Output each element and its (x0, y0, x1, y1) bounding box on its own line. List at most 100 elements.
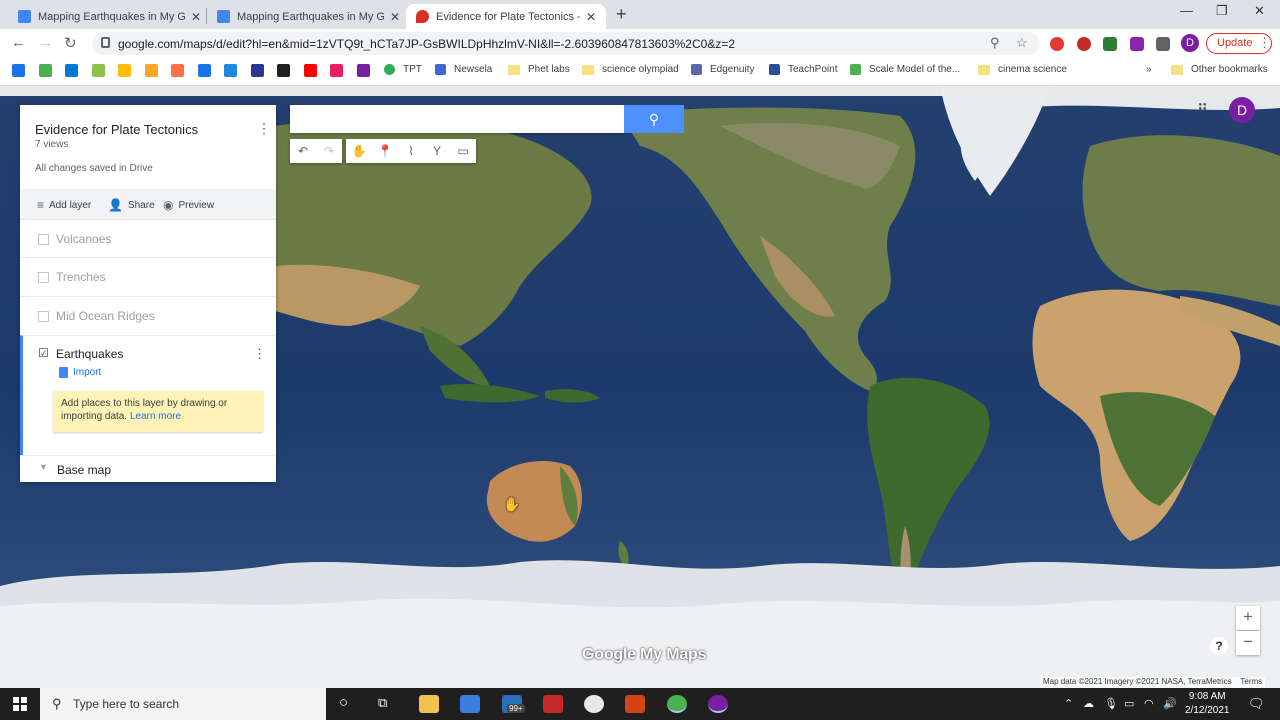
map-options-icon[interactable]: ⋮ (257, 120, 271, 137)
add-layer-button[interactable]: ≡ Add layer (37, 198, 91, 212)
bookmark-teachpoint[interactable]: TeachPoint (769, 64, 837, 75)
notifications-icon[interactable]: 🗨 (1248, 696, 1265, 712)
battery-icon[interactable]: ▭ (1124, 697, 1134, 710)
calendar-icon[interactable] (198, 64, 211, 77)
address-bar[interactable]: google.com/maps/d/edit?hl=en&mid=1zVTQ9t… (92, 32, 1040, 55)
bookmark-app-icon[interactable] (39, 64, 52, 77)
kahoot-icon[interactable] (330, 64, 343, 77)
cortana-icon[interactable]: ○ (339, 694, 348, 711)
add-marker-icon[interactable]: 📍 (372, 139, 398, 163)
bookmark-app-icon[interactable] (277, 64, 290, 77)
wifi-icon[interactable]: ◠ (1144, 697, 1154, 710)
onedrive-icon[interactable]: ☁ (1083, 697, 1094, 710)
map-search-input[interactable] (290, 105, 624, 133)
url-text[interactable]: google.com/maps/d/edit?hl=en&mid=1zVTQ9t… (118, 37, 735, 51)
layer-label[interactable]: Earthquakes (56, 347, 123, 361)
zoom-out-button[interactable]: − (1236, 631, 1260, 655)
map-title[interactable]: Evidence for Plate Tectonics (35, 122, 198, 137)
search-button[interactable]: ⚲ (624, 105, 684, 133)
bookmark-app-icon[interactable] (224, 64, 237, 77)
bookmark-edgenuity[interactable]: Edgenuity (691, 64, 754, 75)
youtube-icon[interactable] (304, 64, 317, 77)
chevron-down-icon[interactable]: ▼ (39, 462, 48, 472)
bookmark-newsela[interactable]: Newsela (435, 64, 492, 75)
ruler-icon[interactable]: ▭ (450, 139, 476, 163)
bookmark-app-icon[interactable] (171, 64, 184, 77)
undo-icon[interactable]: ↶ (290, 139, 316, 163)
show-hidden-icons-icon[interactable]: ⌃ (1064, 697, 1073, 710)
close-tab-icon[interactable]: ✕ (586, 10, 596, 24)
microsoft-store-icon[interactable] (460, 695, 480, 713)
user-avatar[interactable]: D (1229, 97, 1255, 123)
chrome-profile-icon[interactable] (708, 695, 728, 713)
maximize-button[interactable]: ❐ (1216, 3, 1228, 19)
extension-icon[interactable] (1050, 37, 1064, 51)
browser-menu-icon[interactable]: ⋮ (1258, 35, 1271, 51)
other-bookmarks[interactable]: Other bookmarks (1171, 64, 1268, 75)
more-bookmarks-chevron[interactable]: » (1146, 64, 1152, 75)
layer-checkbox[interactable] (38, 272, 49, 283)
file-explorer-icon[interactable] (419, 695, 439, 713)
preview-button[interactable]: ◉ Preview (163, 198, 214, 212)
learn-more-link[interactable]: Learn more (130, 411, 181, 422)
task-view-icon[interactable]: ⧉ (378, 695, 387, 711)
import-link[interactable]: Import (59, 367, 101, 378)
bookmark-phet-labs[interactable]: Phet labs (508, 64, 570, 75)
help-button[interactable]: ? (1210, 637, 1228, 655)
bookmark-app-icon[interactable] (12, 64, 25, 77)
back-arrow-icon[interactable]: ← (11, 34, 26, 51)
layer-volcanoes[interactable]: Volcanoes (20, 219, 276, 257)
layer-trenches[interactable]: Trenches (20, 257, 276, 295)
layer-checkbox[interactable] (38, 234, 49, 245)
bookmark-science-olympiad[interactable]: science olympiad (582, 64, 679, 75)
zoom-in-button[interactable]: + (1236, 606, 1260, 630)
volume-icon[interactable]: 🔊 (1163, 697, 1177, 710)
app-icon[interactable] (625, 695, 645, 713)
checked-checkbox-icon[interactable]: ☑ (38, 346, 49, 360)
layer-earthquakes[interactable]: ☑ Earthquakes ⋮ Import Add places to thi… (20, 335, 276, 455)
close-tab-icon[interactable]: ✕ (390, 10, 400, 24)
google-drive-icon[interactable] (118, 64, 131, 77)
extension-icon[interactable] (1130, 37, 1144, 51)
redo-icon[interactable]: ↷ (316, 139, 342, 163)
bookmark-app-icon[interactable] (145, 64, 158, 77)
reload-icon[interactable]: ↻ (64, 34, 77, 52)
bookmark-star-icon[interactable]: ☆ (1016, 35, 1028, 51)
xbox-icon[interactable] (584, 695, 604, 713)
tab-evidence-plate-tectonics[interactable]: Evidence for Plate Tectonics - Go ✕ (406, 4, 606, 29)
draw-line-icon[interactable]: ⌇ (398, 139, 424, 163)
layer-options-icon[interactable]: ⋮ (253, 346, 266, 362)
opera-extension-icon[interactable] (1077, 37, 1091, 51)
layer-checkbox[interactable] (38, 311, 49, 322)
bookmark-cinema-science[interactable]: cinema science (978, 64, 1067, 75)
hand-select-icon[interactable]: ✋ (346, 139, 372, 163)
minimize-button[interactable]: — (1180, 3, 1193, 18)
app-icon[interactable] (543, 695, 563, 713)
forward-arrow-icon[interactable]: → (38, 34, 53, 51)
windows-start-icon[interactable] (13, 697, 27, 711)
close-window-button[interactable]: ✕ (1254, 3, 1265, 19)
bookmark-app-icon[interactable] (92, 64, 105, 77)
profile-avatar[interactable]: D (1181, 34, 1199, 52)
extension-icon[interactable] (1103, 37, 1117, 51)
puzzle-extensions-icon[interactable] (1156, 37, 1170, 51)
directions-icon[interactable]: Y (424, 139, 450, 163)
bookmark-app-icon[interactable] (251, 64, 264, 77)
layer-mid-ocean-ridges[interactable]: Mid Ocean Ridges (20, 296, 276, 334)
terms-link[interactable]: Terms (1240, 677, 1262, 686)
bookmark-app-icon[interactable] (357, 64, 370, 77)
bookmark-scale-model[interactable]: Scale Model of the... (850, 64, 960, 75)
tab-mapping-earthquakes-2[interactable]: Mapping Earthquakes in My Goo ✕ (207, 4, 410, 29)
taskbar-search-box[interactable]: ⚲ Type here to search (40, 688, 326, 720)
microphone-icon[interactable]: 🎙 (1104, 697, 1118, 710)
share-button[interactable]: 👤 Share (108, 198, 155, 212)
tab-mapping-earthquakes-1[interactable]: Mapping Earthquakes in My Goo ✕ (8, 4, 211, 29)
apps-grid-icon[interactable]: ⠿ (1197, 101, 1208, 119)
bookmark-tpt[interactable]: TPT (384, 64, 422, 75)
close-tab-icon[interactable]: ✕ (191, 10, 201, 24)
new-tab-button[interactable]: + (616, 4, 627, 25)
base-map-section[interactable]: ▼ Base map (20, 455, 276, 482)
outlook-icon[interactable] (65, 64, 78, 77)
chrome-icon[interactable] (667, 695, 687, 713)
location-pin-icon[interactable]: ⚲ (990, 35, 1000, 51)
